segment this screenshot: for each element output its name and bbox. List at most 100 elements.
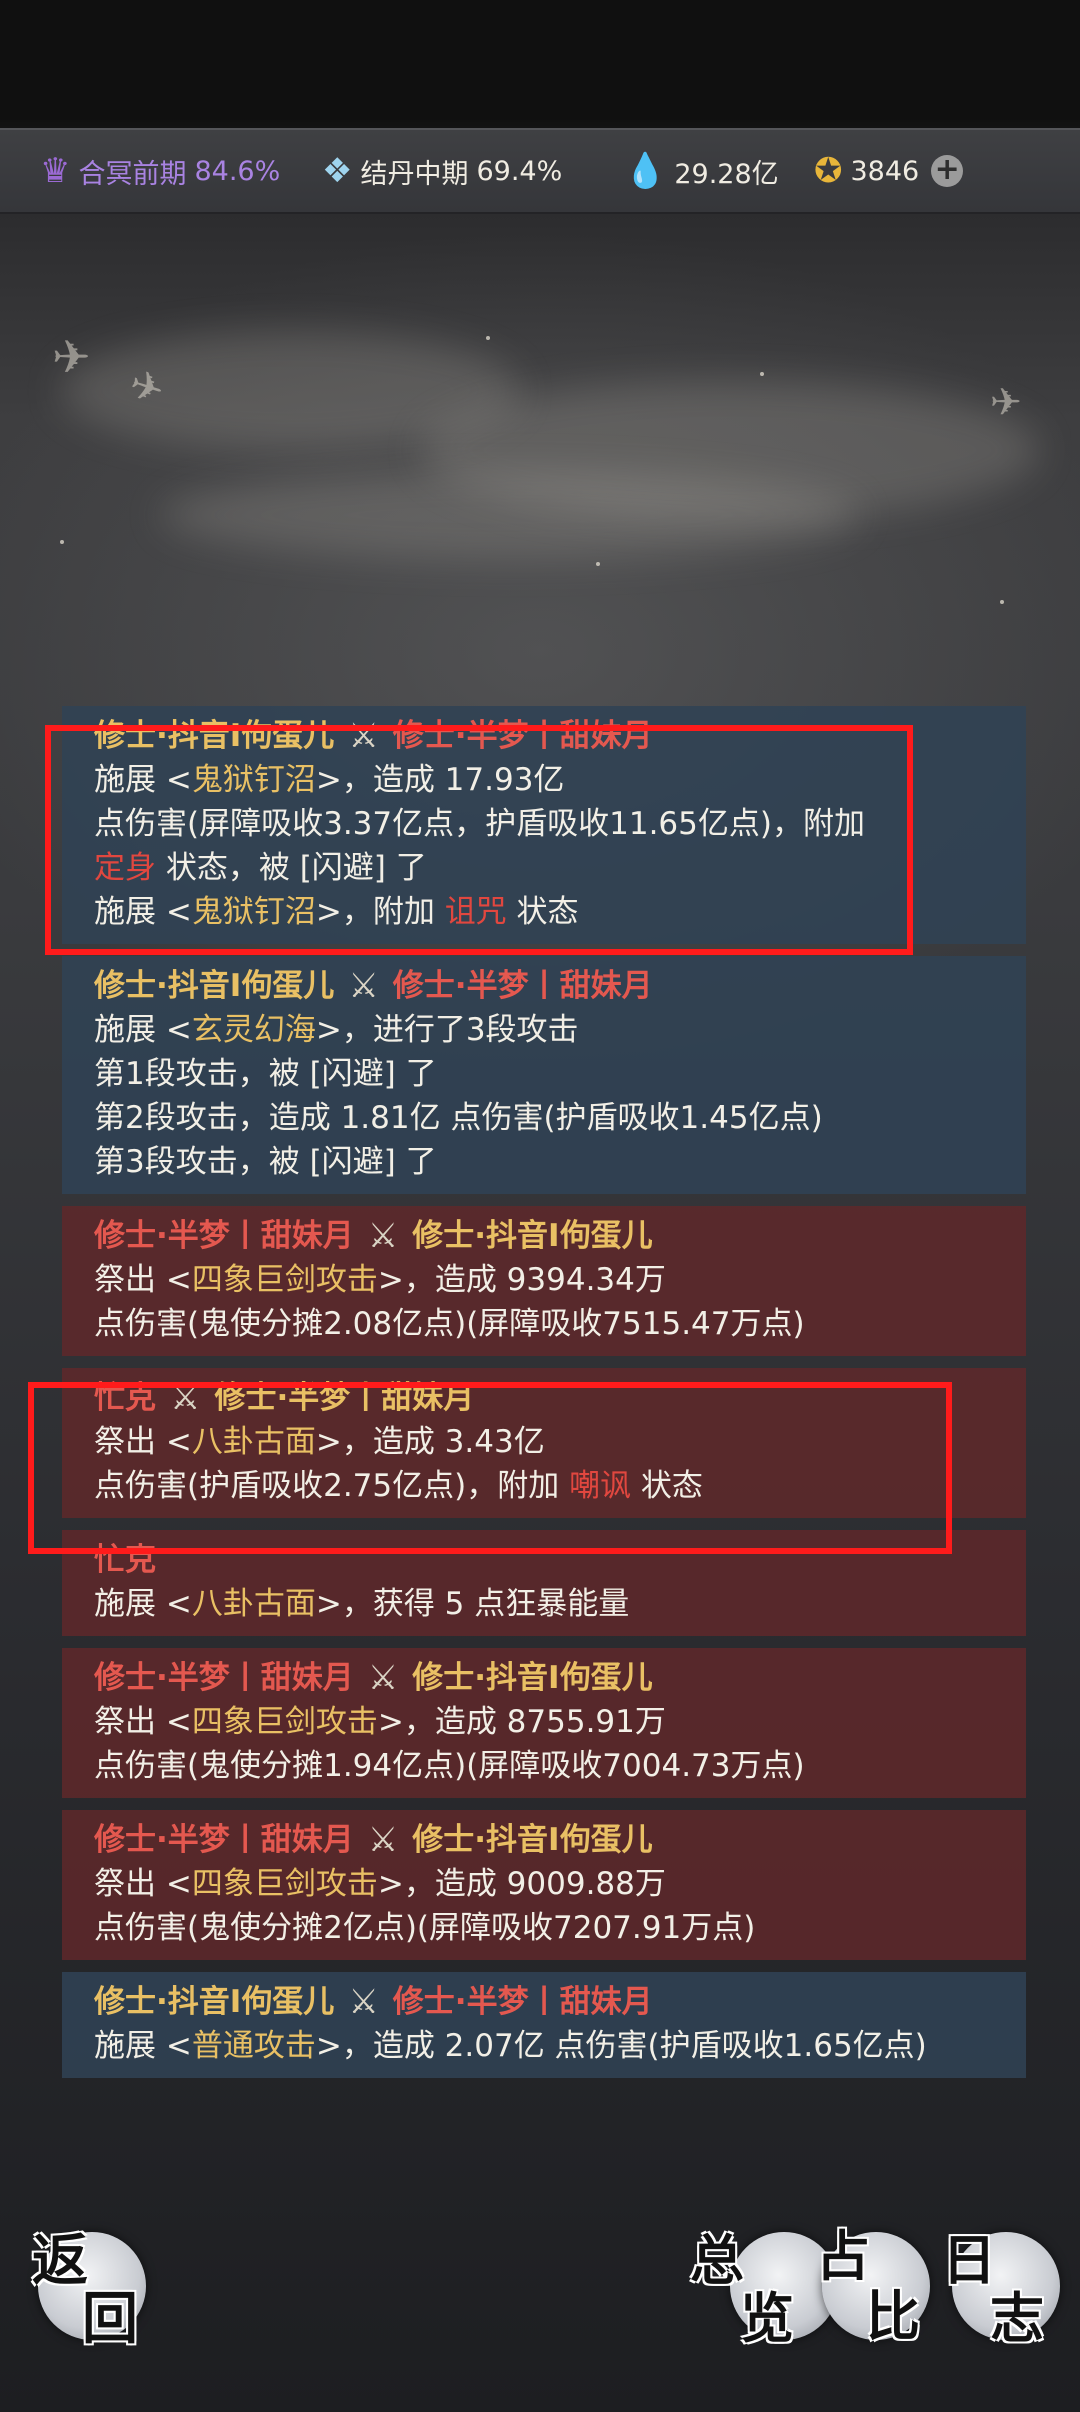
attacker-name: 忙克: [94, 1542, 156, 1578]
log-text: 点伤害(屏障吸收3.37亿点，护盾吸收11.65亿点)，附加: [94, 806, 865, 842]
log-text: 点伤害(护盾吸收2.75亿点)，附加: [94, 1468, 570, 1504]
log-text: 点伤害(鬼使分摊2.08亿点)(屏障吸收7515.47万点): [94, 1306, 805, 1342]
realm-progress: 69.4%: [476, 155, 563, 187]
skill-name: 四象巨剑攻击: [191, 1866, 378, 1902]
ratio-char: 占: [816, 2224, 870, 2288]
star-icon: [60, 540, 64, 544]
log-text: >，附加: [315, 894, 445, 930]
log-entry: 修士·半梦丨甜妹月 ⚔ 修士·抖音I佝蛋儿 祭出 <四象巨剑攻击>，造成 8755.9…: [62, 1648, 1026, 1798]
battle-log-list[interactable]: 修士·抖音I佝蛋儿 ⚔ 修士·半梦丨甜妹月 施展 <鬼狱钉沼>，造成 17.93亿 点伤…: [62, 706, 1026, 2090]
ratio-button[interactable]: 占 比: [816, 2224, 930, 2348]
crossed-swords-icon: ⚔: [367, 1658, 399, 1698]
log-text: >，造成 17.93亿: [315, 762, 565, 798]
status-bar: ♛ 合冥前期 84.6% ❖ 结丹中期 69.4% 💧 29.28亿 ✪ 384…: [0, 128, 1080, 214]
skill-name: 玄灵幻海: [191, 1012, 316, 1048]
log-text: >，进行了3段攻击: [315, 1012, 579, 1048]
log-text: 第3段攻击，被 [闪避] 了: [94, 1144, 437, 1180]
realm-stat-primary: ♛ 合冥前期 84.6%: [40, 130, 280, 212]
log-line: 施展 <玄灵幻海>，进行了3段攻击: [94, 1008, 996, 1052]
star-icon: [760, 372, 764, 376]
log-text: 状态，被 [闪避] 了: [156, 850, 427, 886]
skill-name: 八卦古面: [191, 1586, 316, 1622]
skill-name: 鬼狱钉沼: [191, 762, 316, 798]
log-line: 施展 <普通攻击>，造成 2.07亿 点伤害(护盾吸收1.65亿点): [94, 2024, 996, 2068]
jade-stat: ✪ 3846 +: [814, 130, 964, 212]
realm-stat-secondary: ❖ 结丹中期 69.4%: [322, 130, 562, 212]
log-text: 点伤害(鬼使分摊1.94亿点)(屏障吸收7004.73万点): [94, 1748, 805, 1784]
cloud-decoration: [160, 470, 860, 560]
log-text: 第1段攻击，被 [闪避] 了: [94, 1056, 437, 1092]
attacker-name: 修士·抖音I佝蛋儿: [94, 968, 335, 1004]
realm-name: 合冥前期: [78, 158, 187, 190]
crane-icon: ✈: [990, 380, 1022, 424]
log-text: 施展 <: [94, 1586, 192, 1622]
status-effect: 定身: [94, 850, 156, 886]
log-text: >，造成 2.07亿 点伤害(护盾吸收1.65亿点): [315, 2028, 927, 2064]
skill-name: 鬼狱钉沼: [191, 894, 316, 930]
jade-icon: ✪: [814, 151, 843, 191]
battle-log-screen: ✈ ✈ ✈ ♛ 合冥前期 84.6% ❖ 结丹中期 69.4% 💧 29.28亿…: [0, 0, 1080, 2412]
log-line: 施展 <鬼狱钉沼>，附加 诅咒 状态: [94, 890, 996, 934]
jade-count: 3846: [850, 155, 920, 187]
skill-name: 四象巨剑攻击: [191, 1262, 378, 1298]
attacker-name: 修士·半梦丨甜妹月: [94, 1218, 354, 1254]
log-entry: 修士·抖音I佝蛋儿 ⚔ 修士·半梦丨甜妹月 施展 <鬼狱钉沼>，造成 17.93亿 点伤…: [62, 706, 1026, 944]
status-effect: 嘲讽: [569, 1468, 632, 1504]
attacker-name: 修士·抖音I佝蛋儿: [94, 1984, 335, 2020]
defender-name: 修士·抖音I佝蛋儿: [412, 1218, 653, 1254]
skill-name: 四象巨剑攻击: [191, 1704, 378, 1740]
defender-name: 修士·抖音I佝蛋儿: [412, 1822, 653, 1858]
log-entry: 修士·抖音I佝蛋儿 ⚔ 修士·半梦丨甜妹月 施展 <玄灵幻海>，进行了3段攻击 第1段攻…: [62, 956, 1026, 1194]
log-line: 点伤害(鬼使分摊1.94亿点)(屏障吸收7004.73万点): [94, 1744, 996, 1788]
cultivator-icon: ♛: [40, 151, 71, 191]
log-text: 祭出 <: [94, 1704, 192, 1740]
skill-name: 普通攻击: [191, 2028, 316, 2064]
star-icon: [486, 336, 490, 340]
log-text: 状态: [631, 1468, 703, 1504]
realm-progress: 84.6%: [194, 155, 281, 187]
log-entry-header: 修士·半梦丨甜妹月 ⚔ 修士·抖音I佝蛋儿: [94, 1818, 996, 1862]
attacker-name: 修士·半梦丨甜妹月: [94, 1660, 354, 1696]
log-text: 祭出 <: [94, 1262, 192, 1298]
log-button[interactable]: 日 志: [942, 2228, 1060, 2350]
log-text: 施展 <: [94, 2028, 192, 2064]
crossed-swords-icon: ⚔: [348, 716, 379, 756]
overview-char: 览: [740, 2286, 794, 2350]
add-jade-button[interactable]: +: [931, 155, 964, 187]
log-entry-header: 修士·半梦丨甜妹月 ⚔ 修士·抖音I佝蛋儿: [94, 1656, 996, 1700]
log-line: 施展 <八卦古面>，获得 5 点狂暴能量: [94, 1582, 996, 1626]
log-line: 定身 状态，被 [闪避] 了: [94, 846, 996, 890]
log-line: 祭出 <四象巨剑攻击>，造成 8755.91万: [94, 1700, 996, 1744]
log-entry-header: 忙克 ⚔ 修士·半梦丨甜妹月: [94, 1376, 996, 1420]
defender-name: 修士·半梦丨甜妹月: [214, 1380, 475, 1416]
log-line: 点伤害(护盾吸收2.75亿点)，附加 嘲讽 状态: [94, 1464, 996, 1508]
overview-char: 总: [690, 2228, 744, 2292]
log-line: 祭出 <四象巨剑攻击>，造成 9394.34万: [94, 1258, 996, 1302]
crossed-swords-icon: ⚔: [348, 1982, 379, 2022]
log-line: 祭出 <四象巨剑攻击>，造成 9009.88万: [94, 1862, 996, 1906]
back-char: 回: [82, 2286, 138, 2352]
log-text: 祭出 <: [94, 1866, 192, 1902]
star-icon: [1000, 600, 1004, 604]
log-text: 施展 <: [94, 1012, 192, 1048]
crane-icon: ✈: [52, 330, 91, 384]
log-entry-header: 忙克: [94, 1538, 996, 1582]
log-text: 祭出 <: [94, 1424, 192, 1460]
log-text: >，造成 9394.34万: [377, 1262, 666, 1298]
status-effect: 诅咒: [444, 894, 507, 930]
log-line: 点伤害(鬼使分摊2.08亿点)(屏障吸收7515.47万点): [94, 1302, 996, 1346]
attacker-name: 忙克: [94, 1380, 156, 1416]
defender-name: 修士·半梦丨甜妹月: [392, 968, 653, 1004]
defender-name: 修士·半梦丨甜妹月: [392, 1984, 653, 2020]
log-entry: 修士·半梦丨甜妹月 ⚔ 修士·抖音I佝蛋儿 祭出 <四象巨剑攻击>，造成 9394.3…: [62, 1206, 1026, 1356]
log-line: 第1段攻击，被 [闪避] 了: [94, 1052, 996, 1096]
log-entry-header: 修士·抖音I佝蛋儿 ⚔ 修士·半梦丨甜妹月: [94, 964, 996, 1008]
log-text: >，造成 9009.88万: [377, 1866, 666, 1902]
back-button[interactable]: 返 回: [32, 2228, 146, 2352]
log-entry: 修士·抖音I佝蛋儿 ⚔ 修士·半梦丨甜妹月施展 <普通攻击>，造成 2.07亿 点伤…: [62, 1972, 1026, 2078]
defender-name: 修士·半梦丨甜妹月: [392, 718, 653, 754]
log-char: 日: [942, 2228, 996, 2292]
crossed-swords-icon: ⚔: [170, 1378, 201, 1418]
realm-name: 结丹中期: [360, 158, 469, 190]
ratio-char: 比: [866, 2284, 920, 2348]
